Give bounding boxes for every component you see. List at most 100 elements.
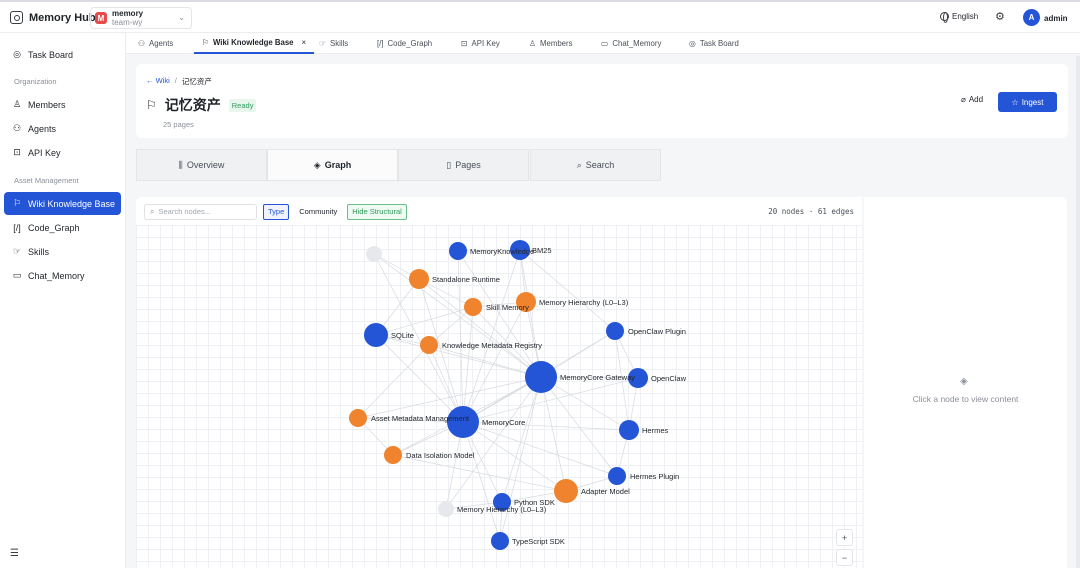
sidebar-item-task-board[interactable]: ◎ Task Board [4,43,121,66]
sidebar-item-skills[interactable]: ☞ Skills [4,240,121,263]
page-title: 记忆资产 [164,97,221,113]
node-search[interactable]: ⌕ [144,203,257,220]
page-count: 25 pages [163,120,194,129]
hide-structural-chip[interactable]: Hide Structural [347,203,407,220]
node-search-input[interactable] [158,207,254,216]
code-icon: [/] [13,222,21,233]
graph-node[interactable] [464,298,482,316]
graph-stats: 20 nodes · 61 edges [768,207,854,216]
sidebar-item-label: Agents [28,123,57,134]
sidebar-item-agents[interactable]: ⚇ Agents [4,117,121,140]
sidebar-item-label: Wiki Knowledge Base [28,198,116,209]
graph-node-label: MemoryCore [482,418,525,427]
bookmark-icon: ⚐ [202,38,209,47]
graph-node-label: Knowledge Metadata Registry [442,341,542,350]
graph-node[interactable] [619,420,639,440]
team-name: memory [112,9,144,18]
language-switcher[interactable]: English [940,12,979,23]
close-icon[interactable]: × [302,38,307,47]
graph-edge [445,376,542,510]
tab-graph[interactable]: ◈ Graph [267,149,398,181]
add-button[interactable]: ⌀ Add [961,95,983,104]
type-filter-chip[interactable]: Type [263,203,290,220]
tab-code-graph[interactable]: [/] Code_Graph [377,33,432,54]
sidebar-item-wiki-knowledge-base[interactable]: ⚐ Wiki Knowledge Base [4,192,121,215]
agents-icon: ⚇ [12,123,22,133]
graph-node-label: Skill Memory [486,303,529,312]
graph-canvas[interactable]: MemoryKnowledge BM25 Standalone Runtime Ski… [136,225,862,568]
sidebar-item-label: Chat_Memory [28,270,85,281]
sidebar-item-code-graph[interactable]: [/] Code_Graph [4,216,121,239]
graph-edge [373,253,542,378]
graph-node[interactable] [366,246,382,262]
brand[interactable]: Memory Hub [10,11,96,24]
tab-search[interactable]: ⌕ Search [530,149,661,181]
empty-state-message: Click a node to view content [912,394,1019,404]
tab-wiki-knowledge-base[interactable]: ⚐ Wiki Knowledge Base × [194,33,315,54]
tab-overview[interactable]: ⫼ Overview [136,149,267,181]
sidebar-item-members[interactable]: ♙ Members [4,93,121,116]
language-label: English [952,12,979,21]
chat-icon: ▭ [12,270,22,280]
tab-label: Members [540,39,573,48]
zoom-out-button[interactable]: − [836,549,853,566]
graph-node-label: SQLite [391,331,414,340]
sidebar-item-chat-memory[interactable]: ▭ Chat_Memory [4,264,121,287]
ingest-button[interactable]: ☆ Ingest [998,92,1057,112]
tab-skills[interactable]: ☞ Skills [319,33,348,54]
layers-icon: ◈ [960,376,968,387]
tab-chat-memory[interactable]: ▭ Chat_Memory [601,33,661,54]
tab-bar: ⚇ Agents ⚐ Wiki Knowledge Base × ☞ Skills [… [126,33,1080,54]
user-name[interactable]: admin [1044,14,1068,23]
graph-node[interactable] [608,467,626,485]
graph-node[interactable] [438,501,454,517]
app-name: Memory Hub [29,11,96,24]
graph-node-label: TypeScript SDK [512,537,565,546]
graph-node[interactable] [606,322,624,340]
tab-pages[interactable]: ▯ Pages [398,149,529,181]
sparkle-icon: ☆ [1011,97,1019,107]
tab-label: Graph [324,160,352,170]
graph-node-label: Asset Metadata Management [371,414,470,423]
graph-node[interactable] [449,242,467,260]
tab-label: Overview [186,160,225,170]
tab-agents[interactable]: ⚇ Agents [138,33,173,54]
knowledge-graph[interactable]: MemoryKnowledgeBM25 Standalone Runtime Ski… [136,225,862,568]
user-icon: ♙ [12,99,22,109]
bookmark-icon: ⚐ [146,98,157,112]
avatar[interactable]: A [1023,9,1040,26]
graph-node[interactable] [554,479,578,503]
graph-node-label: MemoryCore Gateway [560,373,635,382]
community-filter-chip[interactable]: Community [295,204,341,220]
graph-node[interactable] [409,269,429,289]
graph-node-label: Hermes [642,426,669,435]
graph-node[interactable] [420,336,438,354]
graph-node[interactable] [364,323,388,347]
graph-node[interactable] [491,532,509,550]
board-icon: ◎ [689,39,696,48]
sidebar-item-label: Skills [28,246,50,257]
tab-api-key[interactable]: ⊡ API Key [461,33,500,54]
graph-node[interactable] [349,409,367,427]
graph-edge [357,376,542,419]
sidebar-item-label: Code_Graph [28,222,80,233]
collapse-sidebar-icon[interactable]: ☰ [10,548,19,559]
sidebar-item-api-key[interactable]: ⊡ API Key [4,141,121,164]
graph-edge [519,249,616,332]
breadcrumb-current: 记忆资产 [181,77,212,86]
graph-node[interactable] [384,446,402,464]
graph-node-label: Memory Hierarchy (L0–L3) [539,298,629,307]
graph-node-label: BM25 [532,246,552,255]
tab-members[interactable]: ♙ Members [529,33,573,54]
breadcrumb-wiki-link[interactable]: ← Wiki [146,76,170,87]
graph-node[interactable] [525,361,557,393]
tab-task-board[interactable]: ◎ Task Board [689,33,739,54]
graph-edge [462,421,567,492]
zoom-in-button[interactable]: + [836,529,853,546]
graph-node-label: Memory Hierarchy (L0–L3) [457,505,547,514]
page-scrollbar[interactable] [1076,56,1080,568]
graph-node-label: Hermes Plugin [630,472,679,481]
tab-label: Code_Graph [387,39,433,48]
gear-icon[interactable]: ⚙ [995,12,1006,23]
team-switcher[interactable]: M memory team-wy ⌄ [90,7,192,29]
